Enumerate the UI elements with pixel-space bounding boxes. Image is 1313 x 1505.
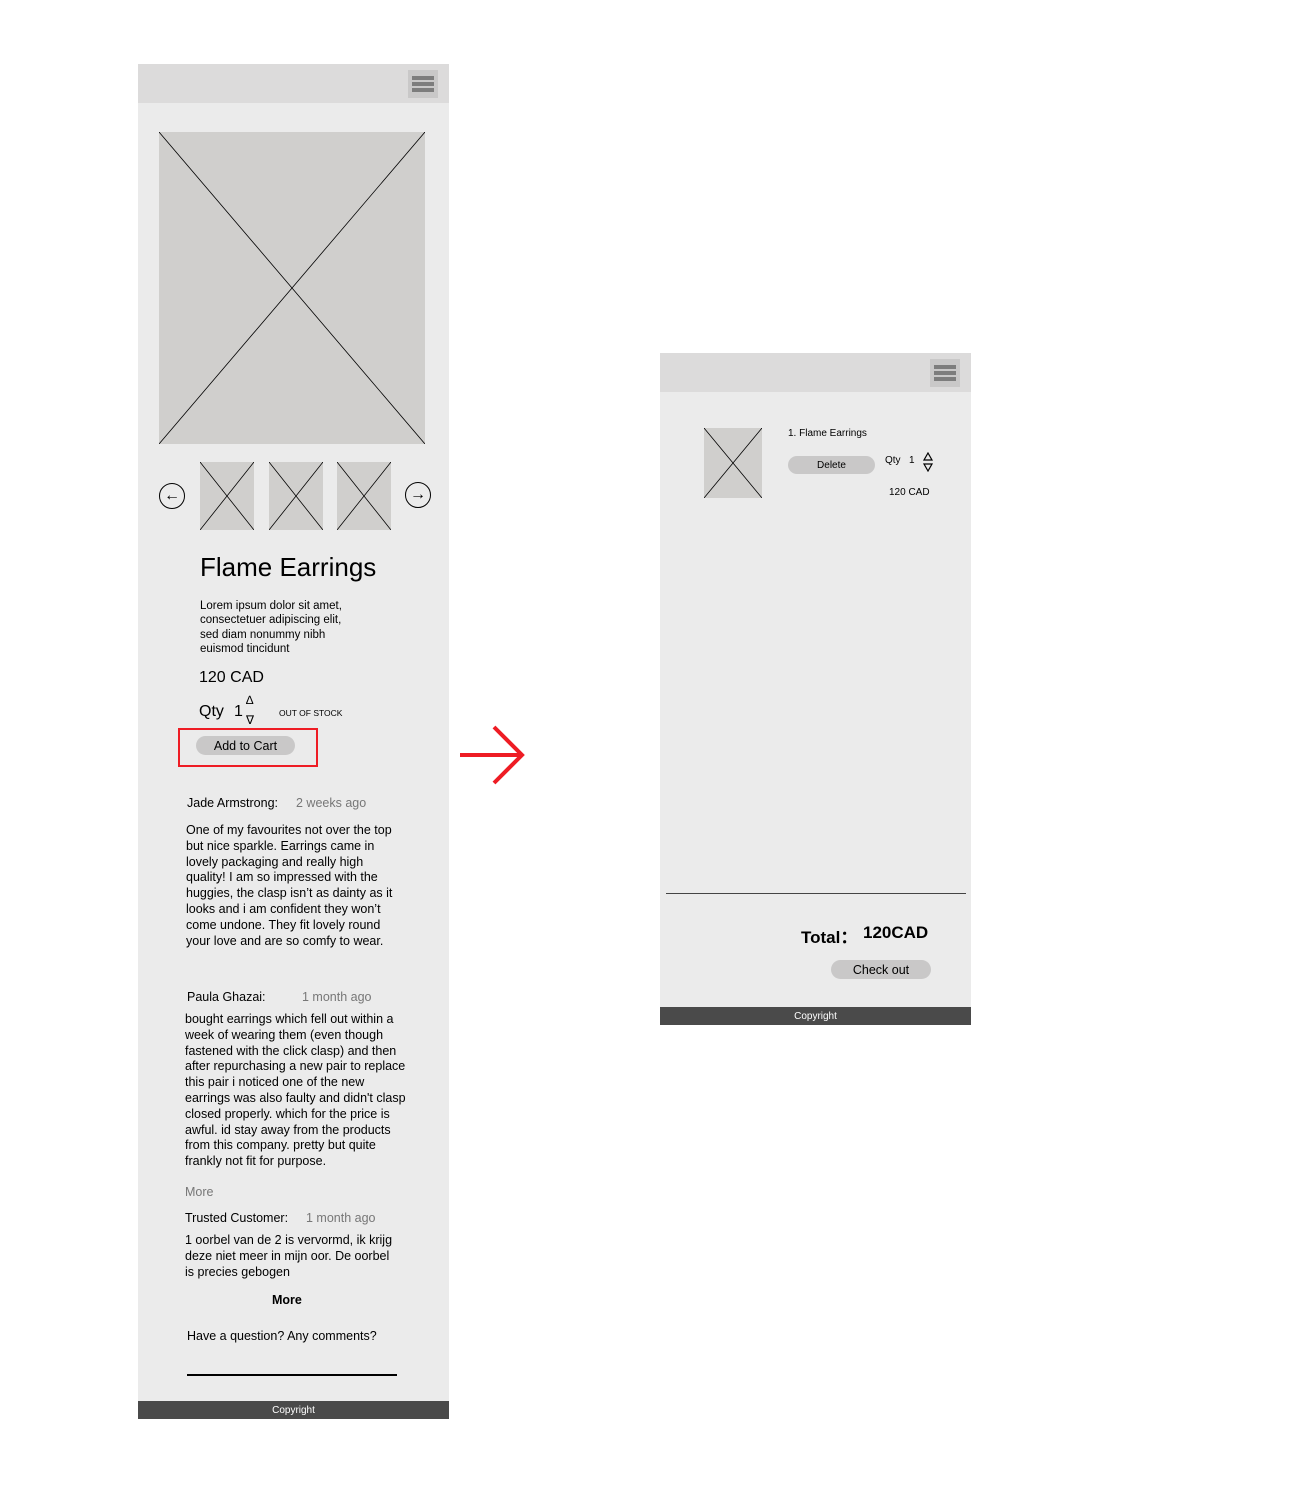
comment-input-line[interactable] bbox=[187, 1374, 397, 1376]
thumbnail-image[interactable] bbox=[337, 462, 391, 530]
next-arrow-icon[interactable]: → bbox=[405, 482, 431, 508]
cart-screen: 1. Flame Earrings Delete Qty 1 120 CAD T… bbox=[660, 353, 971, 1025]
review-author: Trusted Customer: bbox=[185, 1211, 289, 1225]
stock-status: OUT OF STOCK bbox=[279, 708, 343, 718]
product-price: 120 CAD bbox=[199, 669, 264, 686]
menu-icon[interactable] bbox=[930, 359, 960, 387]
footer: Copyright bbox=[660, 1007, 971, 1025]
qty-label: Qty bbox=[199, 703, 224, 720]
transition-arrow-icon bbox=[460, 725, 525, 785]
review-author: Paula Ghazai: bbox=[187, 990, 266, 1004]
cart-item-price: 120 CAD bbox=[889, 487, 930, 498]
product-description: Lorem ipsum dolor sit amet, consectetuer… bbox=[200, 600, 342, 655]
delete-button[interactable]: Delete bbox=[788, 456, 875, 474]
divider bbox=[666, 893, 966, 894]
qty-value: 1 bbox=[234, 703, 243, 720]
qty-value: 1 bbox=[909, 455, 915, 466]
thumbnail-image[interactable] bbox=[269, 462, 323, 530]
top-bar bbox=[138, 64, 449, 103]
review-time: 2 weeks ago bbox=[296, 796, 367, 810]
review-text: One of my favourites not over the top bu… bbox=[186, 823, 393, 948]
cart-item-image bbox=[704, 428, 762, 498]
qty-increase-icon[interactable]: ∆ bbox=[246, 693, 253, 707]
product-title: Flame Earrings bbox=[200, 552, 377, 582]
qty-label: Qty bbox=[885, 455, 901, 466]
thumbnail-image[interactable] bbox=[200, 462, 254, 530]
review-time: 1 month ago bbox=[302, 990, 372, 1004]
main-product-image bbox=[159, 132, 425, 444]
review-author: Jade Armstrong: bbox=[187, 796, 279, 810]
qty-decrease-icon[interactable]: ∇ bbox=[246, 713, 254, 727]
review-text: bought earrings which fell out within a … bbox=[185, 1012, 406, 1169]
qty-stepper-icon[interactable] bbox=[922, 452, 934, 472]
review-text: 1 oorbel van de 2 is vervormd, ik krijg … bbox=[185, 1233, 393, 1279]
review-time: 1 month ago bbox=[306, 1211, 376, 1225]
add-to-cart-highlight bbox=[178, 728, 318, 767]
total-value: 120CAD bbox=[863, 923, 929, 942]
previous-arrow-icon[interactable]: ← bbox=[159, 483, 185, 509]
review-more-link[interactable]: More bbox=[185, 1185, 213, 1199]
top-bar bbox=[660, 353, 971, 392]
question-prompt: Have a question? Any comments? bbox=[187, 1329, 377, 1343]
more-reviews-link[interactable]: More bbox=[272, 1293, 302, 1307]
footer: Copyright bbox=[138, 1401, 449, 1419]
total-label: Total： bbox=[801, 928, 858, 947]
checkout-button[interactable]: Check out bbox=[831, 960, 931, 979]
menu-icon[interactable] bbox=[408, 70, 438, 98]
cart-item-name: 1. Flame Earrings bbox=[788, 428, 867, 439]
